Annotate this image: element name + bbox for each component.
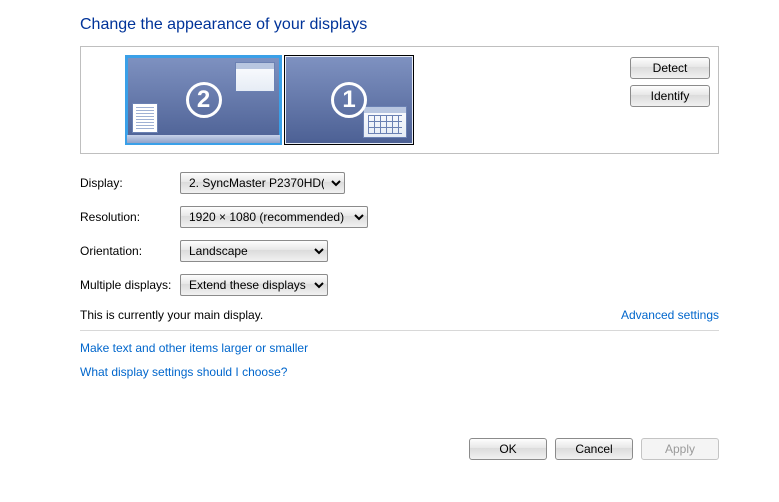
monitor-number-badge: 2 [186,82,222,118]
cancel-button[interactable]: Cancel [555,438,633,460]
display-settings-help-link[interactable]: What display settings should I choose? [80,365,719,379]
orientation-label: Orientation: [80,244,180,258]
main-display-text: This is currently your main display. [80,308,263,322]
text-size-link[interactable]: Make text and other items larger or smal… [80,341,719,355]
thumbnail-window [132,103,158,133]
apply-button[interactable]: Apply [641,438,719,460]
resolution-select[interactable]: 1920 × 1080 (recommended) [180,206,368,228]
resolution-label: Resolution: [80,210,180,224]
monitor-2[interactable]: 2 [125,55,282,145]
display-select[interactable]: 2. SyncMaster P2370HD(Digital) [180,172,345,194]
thumbnail-window [363,106,407,138]
monitor-1[interactable]: 1 [284,55,414,145]
thumbnail-taskbar [127,135,280,143]
page-title: Change the appearance of your displays [80,16,719,34]
thumbnail-window [235,62,275,92]
separator [80,330,719,331]
advanced-settings-link[interactable]: Advanced settings [621,308,719,322]
display-arrangement-area[interactable]: 2 1 Detect Identify [80,46,719,154]
ok-button[interactable]: OK [469,438,547,460]
orientation-select[interactable]: Landscape [180,240,328,262]
identify-button[interactable]: Identify [630,85,710,107]
multiple-displays-label: Multiple displays: [80,278,180,292]
detect-button[interactable]: Detect [630,57,710,79]
multiple-displays-select[interactable]: Extend these displays [180,274,328,296]
display-label: Display: [80,176,180,190]
monitor-number-badge: 1 [331,82,367,118]
